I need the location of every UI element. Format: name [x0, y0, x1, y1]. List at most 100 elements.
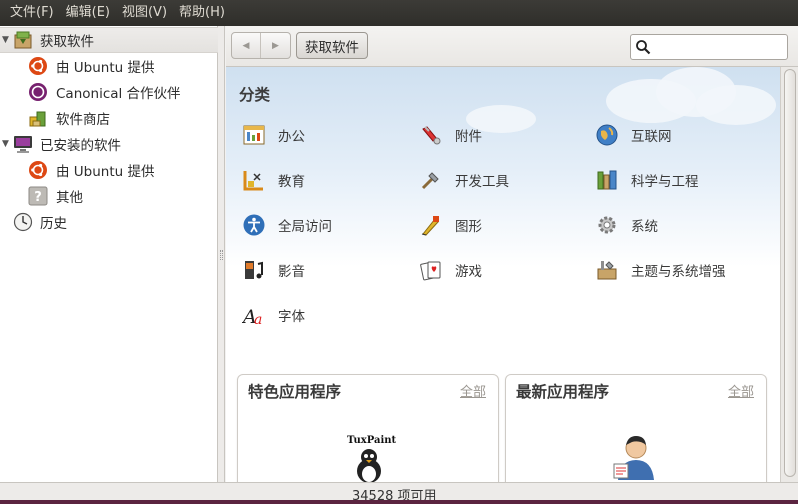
menu-file[interactable]: 文件(F) [4, 0, 60, 26]
scrollbar-thumb[interactable] [784, 69, 796, 477]
category-label: 教育 [278, 174, 305, 190]
question-icon: ? [28, 186, 48, 206]
category-label: 办公 [278, 129, 305, 145]
menu-help[interactable]: 帮助(H) [173, 0, 231, 26]
themes-tweaks-icon [594, 257, 620, 283]
ubuntu-icon [28, 160, 48, 180]
tuxpaint-logo-text: TuxPaint [347, 435, 397, 446]
sidebar-item-provided-by-ubuntu[interactable]: 由 Ubuntu 提供 [0, 53, 218, 79]
featured-see-all-link[interactable]: 全部 [460, 381, 486, 400]
whats-new-panel: 最新应用程序 全部 [505, 374, 767, 482]
sidebar-item-label: 历史 [40, 216, 67, 232]
forward-button[interactable]: ▶ [261, 33, 290, 58]
back-arrow-icon: ◀ [242, 40, 250, 51]
sidebar-item-installed-software[interactable]: ▼ 已安装的软件 [0, 131, 218, 157]
sky-banner [226, 67, 780, 267]
category-label: 游戏 [455, 264, 482, 280]
expander-open-icon[interactable]: ▼ [2, 35, 9, 45]
expander-open-icon[interactable]: ▼ [2, 139, 9, 149]
sidebar-item-label: 获取软件 [40, 34, 94, 50]
menu-view[interactable]: 视图(V) [116, 0, 173, 26]
svg-text:a: a [254, 312, 262, 327]
category-science-engineering[interactable]: 科学与工程 [594, 167, 699, 193]
sidebar-item-label: 由 Ubuntu 提供 [56, 164, 155, 180]
forward-arrow-icon: ▶ [272, 40, 279, 51]
system-gear-icon [594, 212, 620, 238]
accessories-icon [418, 122, 444, 148]
sidebar-item-label: 软件商店 [56, 112, 110, 128]
software-store-icon [28, 108, 48, 128]
category-label: 主题与系统增强 [631, 264, 726, 280]
category-education[interactable]: 教育 [241, 167, 305, 193]
category-fonts[interactable]: Aa 字体 [241, 302, 305, 328]
games-icon [418, 257, 444, 283]
developer-tools-icon [418, 167, 444, 193]
toolbar: ◀ ▶ 获取软件 [226, 26, 798, 67]
sidebar-item-label: 其他 [56, 190, 83, 206]
sidebar-item-other[interactable]: ? 其他 [0, 183, 218, 209]
svg-text:?: ? [34, 190, 42, 205]
splitter-grip [220, 250, 223, 260]
sidebar-item-software-store[interactable]: 软件商店 [0, 105, 218, 131]
category-multimedia[interactable]: 影音 [241, 257, 305, 283]
sidebar: ▼ 获取软件 由 Ubuntu 提供 Canonical 合作伙伴 软件商店 ▼… [0, 26, 218, 482]
category-label: 全局访问 [278, 219, 332, 235]
category-games[interactable]: 游戏 [418, 257, 482, 283]
category-office[interactable]: 办公 [241, 122, 305, 148]
multimedia-icon [241, 257, 267, 283]
featured-apps-title: 特色应用程序 [248, 383, 342, 401]
search-box[interactable] [630, 34, 788, 60]
main-content: 分类 办公 附件 互联网 教育 开发工具 科学与工程 全局访问 图形 系统 影音… [226, 67, 780, 482]
vertical-scrollbar[interactable] [780, 67, 798, 482]
cloud-decoration [696, 85, 776, 125]
back-button[interactable]: ◀ [232, 33, 261, 58]
category-developer-tools[interactable]: 开发工具 [418, 167, 509, 193]
category-universal-access[interactable]: 全局访问 [241, 212, 332, 238]
fonts-icon: Aa [241, 302, 267, 328]
category-label: 图形 [455, 219, 482, 235]
category-themes-tweaks[interactable]: 主题与系统增强 [594, 257, 726, 283]
accessibility-icon [241, 212, 267, 238]
sidebar-item-label: 由 Ubuntu 提供 [56, 60, 155, 76]
breadcrumb-get-software[interactable]: 获取软件 [296, 32, 368, 59]
tuxpaint-icon[interactable]: TuxPaint [344, 435, 397, 482]
pane-splitter[interactable] [218, 26, 225, 482]
clock-icon [13, 212, 33, 232]
category-label: 系统 [631, 219, 658, 235]
whats-new-title: 最新应用程序 [516, 383, 610, 401]
get-software-icon [13, 30, 33, 50]
sidebar-item-canonical-partners[interactable]: Canonical 合作伙伴 [0, 79, 218, 105]
internet-icon [594, 122, 620, 148]
category-label: 科学与工程 [631, 174, 699, 190]
category-internet[interactable]: 互联网 [594, 122, 672, 148]
category-label: 影音 [278, 264, 305, 280]
sidebar-item-history[interactable]: 历史 [0, 209, 218, 235]
featured-apps-panel: 特色应用程序 全部 TuxPaint [237, 374, 499, 482]
search-icon [635, 39, 651, 55]
canonical-icon [28, 82, 48, 102]
category-label: 附件 [455, 129, 482, 145]
menu-edit[interactable]: 编辑(E) [60, 0, 116, 26]
category-label: 互联网 [631, 129, 672, 145]
category-accessories[interactable]: 附件 [418, 122, 482, 148]
nav-button-group: ◀ ▶ [231, 32, 291, 59]
category-system[interactable]: 系统 [594, 212, 658, 238]
menu-bar: 文件(F) 编辑(E) 视图(V) 帮助(H) [0, 0, 798, 26]
category-label: 开发工具 [455, 174, 509, 190]
ubuntu-icon [28, 56, 48, 76]
whats-new-see-all-link[interactable]: 全部 [728, 381, 754, 400]
office-icon [241, 122, 267, 148]
monitor-icon [13, 134, 33, 154]
sidebar-item-get-software[interactable]: ▼ 获取软件 [0, 27, 218, 53]
categories-heading: 分类 [239, 86, 271, 104]
sidebar-item-label: Canonical 合作伙伴 [56, 86, 181, 102]
sidebar-item-installed-by-ubuntu[interactable]: 由 Ubuntu 提供 [0, 157, 218, 183]
desktop-edge [0, 500, 798, 504]
search-input[interactable] [653, 37, 783, 57]
category-label: 字体 [278, 309, 305, 325]
science-icon [594, 167, 620, 193]
sidebar-item-label: 已安装的软件 [40, 138, 121, 154]
user-avatar-icon[interactable] [612, 430, 660, 480]
graphics-icon [418, 212, 444, 238]
category-graphics[interactable]: 图形 [418, 212, 482, 238]
